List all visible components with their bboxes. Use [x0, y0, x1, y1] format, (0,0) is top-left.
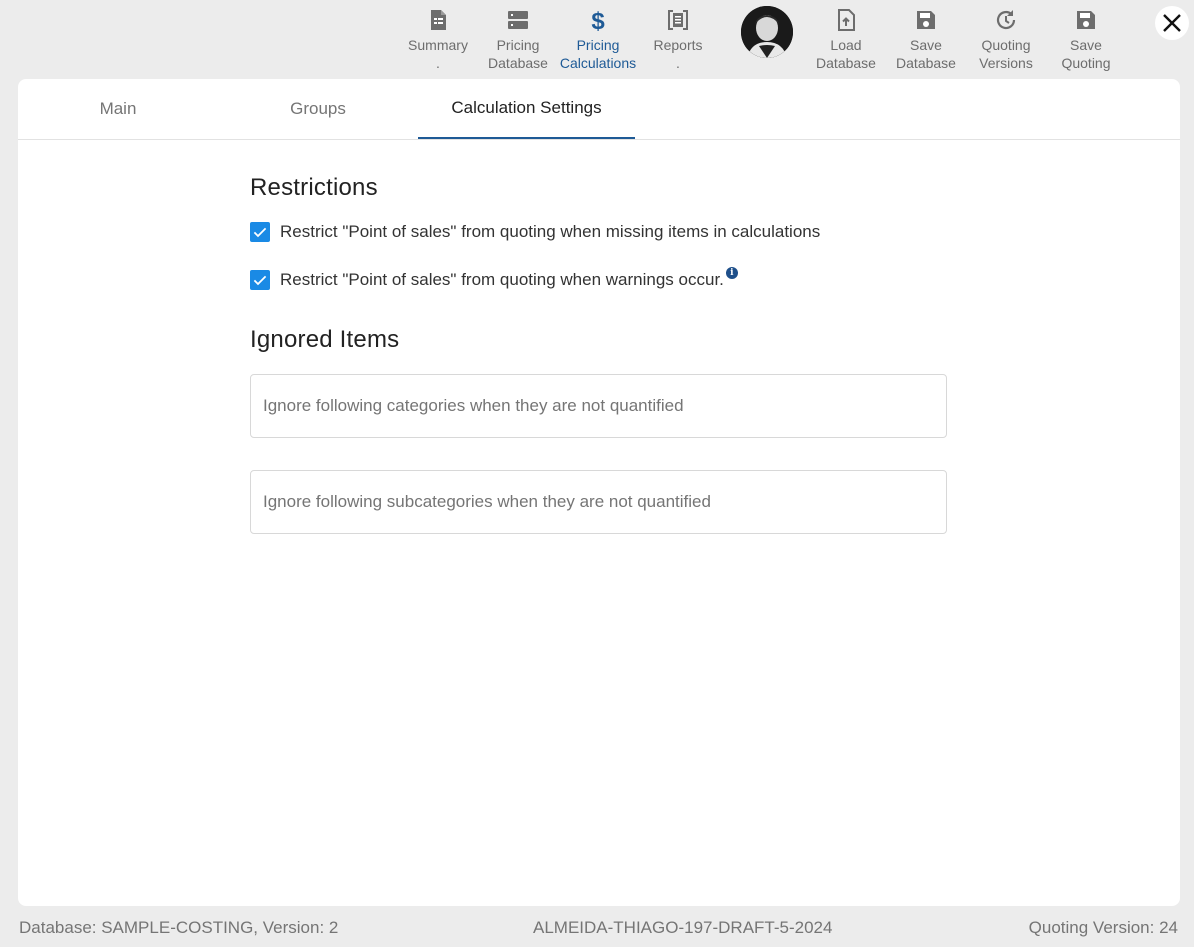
tab-groups[interactable]: Groups — [218, 79, 418, 139]
load-database-button[interactable]: Load Database — [806, 6, 886, 72]
settings-card: Main Groups Calculation Settings Restric… — [18, 79, 1180, 906]
restrict-warnings-label: Restrict "Point of sales" from quoting w… — [280, 270, 724, 289]
close-button[interactable] — [1155, 6, 1189, 40]
save-quoting-label: Save — [1070, 37, 1102, 53]
restrict-missing-items-option[interactable]: Restrict "Point of sales" from quoting w… — [250, 222, 950, 242]
checkmark-icon — [253, 275, 267, 286]
save-database-button[interactable]: Save Database — [886, 6, 966, 72]
tab-calculation-settings[interactable]: Calculation Settings — [418, 79, 635, 139]
pricing-calculations-label: Pricing — [576, 37, 620, 53]
tab-bar: Main Groups Calculation Settings — [18, 79, 1180, 140]
dollar-icon: $ — [584, 6, 612, 34]
quoting-versions-label: Quoting — [981, 37, 1031, 53]
pricing-database-button[interactable]: Pricing Database — [478, 6, 558, 72]
quoting-version-status: Quoting Version: 24 — [1028, 918, 1178, 937]
summary-label-2: . — [436, 55, 440, 71]
report-icon — [664, 6, 692, 34]
reports-label: Reports — [653, 37, 703, 53]
quote-id: ALMEIDA-THIAGO-197-DRAFT-5-2024 — [533, 918, 833, 937]
save-database-label: Save — [910, 37, 942, 53]
checkmark-icon — [253, 227, 267, 238]
ignored-categories-input[interactable] — [250, 374, 947, 438]
ignored-subcategories-input[interactable] — [250, 470, 947, 534]
status-bar: Database: SAMPLE-COSTING, Version: 2 ALM… — [0, 918, 1194, 942]
calculation-settings-panel: Restrictions Restrict "Point of sales" f… — [250, 174, 950, 534]
database-status: Database: SAMPLE-COSTING, Version: 2 — [19, 918, 339, 937]
quoting-versions-label-2: Versions — [979, 55, 1033, 71]
floppy-icon — [912, 6, 940, 34]
history-icon — [992, 6, 1020, 34]
reports-button[interactable]: Reports . — [638, 6, 718, 72]
database-icon — [504, 6, 532, 34]
restrictions-title: Restrictions — [250, 174, 378, 201]
summary-button[interactable]: Summary . — [398, 6, 478, 72]
tab-main[interactable]: Main — [18, 79, 218, 139]
pricing-calculations-label-2: Calculations — [559, 55, 637, 71]
save-quoting-label-2: Quoting — [1061, 55, 1111, 71]
top-toolbar: Summary . Pricing Database $ Pricing Cal… — [0, 0, 1194, 78]
pricing-database-label: Pricing — [496, 37, 540, 53]
load-database-label: Load — [830, 37, 862, 53]
restrict-missing-items-checkbox[interactable] — [250, 222, 270, 242]
document-icon — [424, 6, 452, 34]
svg-text:$: $ — [591, 8, 605, 32]
reports-label-2: . — [676, 55, 680, 71]
quoting-versions-button[interactable]: Quoting Versions — [966, 6, 1046, 72]
load-database-label-2: Database — [816, 55, 876, 71]
ignored-items-title: Ignored Items — [250, 326, 400, 353]
user-avatar[interactable] — [741, 6, 793, 58]
restrict-warnings-checkbox[interactable] — [250, 270, 270, 290]
pricing-calculations-button[interactable]: $ Pricing Calculations — [558, 6, 638, 72]
save-database-label-2: Database — [896, 55, 956, 71]
close-icon — [1160, 11, 1184, 35]
restrict-missing-items-label: Restrict "Point of sales" from quoting w… — [280, 222, 821, 241]
file-upload-icon — [832, 6, 860, 34]
floppy-icon — [1072, 6, 1100, 34]
restrict-warnings-option[interactable]: Restrict "Point of sales" from quoting w… — [250, 267, 950, 290]
pricing-database-label-2: Database — [488, 55, 548, 71]
info-icon[interactable]: i — [725, 267, 738, 279]
summary-label: Summary — [408, 37, 468, 53]
save-quoting-button[interactable]: Save Quoting — [1046, 6, 1126, 72]
